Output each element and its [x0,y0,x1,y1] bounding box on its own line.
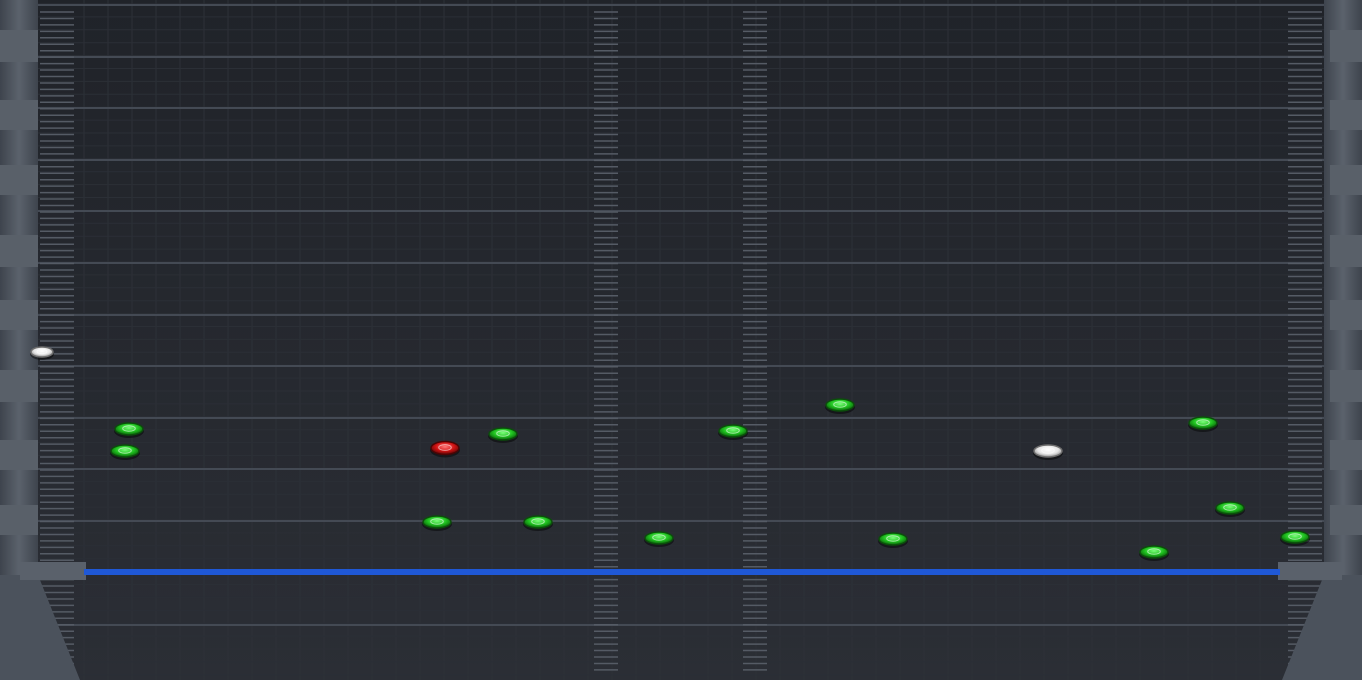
note-green [1215,501,1245,517]
note-white [1033,444,1063,460]
hit-line [84,569,1280,575]
note-white [30,346,54,360]
note-green [114,422,144,438]
note-body [825,398,855,412]
note-red [430,440,460,458]
note-body [30,346,54,358]
note-green [488,427,518,443]
note-body [110,444,140,458]
note-body [488,427,518,441]
note-body [430,440,460,456]
note-green [422,515,452,531]
note-body [644,531,674,545]
note-green [523,515,553,531]
note-green [1139,545,1169,561]
note-highway [0,0,1362,680]
note-body [1280,530,1310,544]
note-green [718,424,748,440]
note-green [825,398,855,414]
note-body [878,532,908,546]
note-body [523,515,553,529]
note-body [718,424,748,438]
note-green [110,444,140,460]
note-green [1280,530,1310,546]
game-board [0,0,1362,680]
note-green [644,531,674,547]
note-body [1188,416,1218,430]
note-body [1215,501,1245,515]
note-body [1033,444,1063,458]
note-body [1139,545,1169,559]
note-green [1188,416,1218,432]
note-body [114,422,144,436]
note-green [878,532,908,548]
note-body [422,515,452,529]
